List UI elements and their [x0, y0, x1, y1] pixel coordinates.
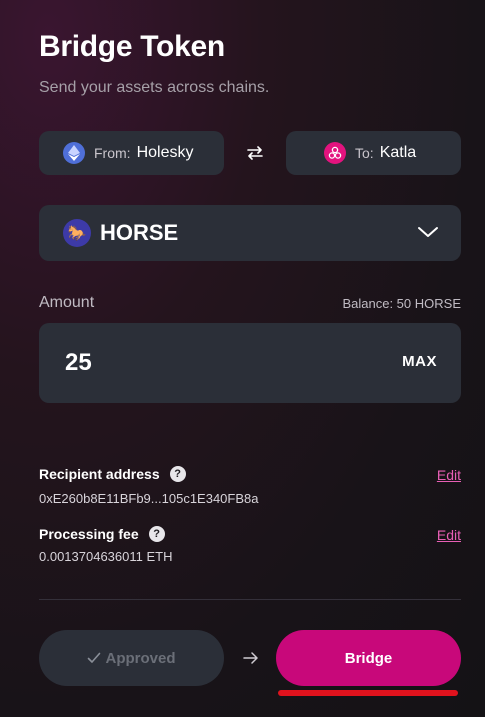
to-chain-prefix: To: [355, 145, 374, 161]
approved-button[interactable]: Approved [39, 630, 224, 686]
bridge-button[interactable]: Bridge [276, 630, 461, 686]
help-icon[interactable]: ? [148, 526, 165, 542]
swap-chains-button[interactable] [244, 141, 266, 165]
balance-text: Balance: 50 HORSE [342, 296, 461, 311]
katla-icon [324, 142, 346, 164]
chevron-down-icon [418, 227, 438, 237]
processing-fee-label-text: Processing fee [39, 526, 139, 542]
edit-fee-link[interactable]: Edit [437, 527, 461, 543]
highlight-underline [278, 690, 458, 696]
ethereum-icon [63, 142, 85, 164]
amount-value: 25 [65, 349, 92, 376]
arrow-right-icon [243, 652, 258, 664]
token-select-dropdown[interactable]: 🐎 HORSE [39, 205, 461, 261]
token-symbol: HORSE [100, 220, 179, 245]
bridge-label: Bridge [344, 649, 393, 667]
amount-label: Amount [39, 294, 95, 311]
processing-fee-value: 0.0013704636011 ETH [39, 549, 173, 564]
from-chain-button[interactable]: From: Holesky [39, 131, 224, 175]
amount-input[interactable]: 25 MAX [39, 323, 461, 403]
swap-arrows-icon [247, 146, 263, 160]
recipient-address-label-text: Recipient address [39, 466, 160, 482]
page-title: Bridge Token [39, 30, 225, 63]
to-chain-name: Katla [379, 144, 417, 161]
processing-fee-label: Processing fee ? [39, 526, 165, 542]
from-chain-name: Holesky [136, 144, 194, 161]
to-chain-button[interactable]: To: Katla [286, 131, 461, 175]
checkmark-icon [88, 652, 101, 663]
divider [39, 599, 461, 600]
recipient-address-value: 0xE260b8E11BFb9...105c1E340FB8a [39, 491, 259, 506]
recipient-address-label: Recipient address ? [39, 466, 186, 482]
horse-token-icon: 🐎 [63, 219, 91, 247]
help-icon[interactable]: ? [169, 466, 186, 482]
edit-recipient-link[interactable]: Edit [437, 467, 461, 483]
page-subtitle: Send your assets across chains. [39, 79, 270, 96]
max-button[interactable]: MAX [402, 353, 437, 370]
from-chain-prefix: From: [94, 145, 131, 161]
approved-label: Approved [105, 649, 176, 667]
